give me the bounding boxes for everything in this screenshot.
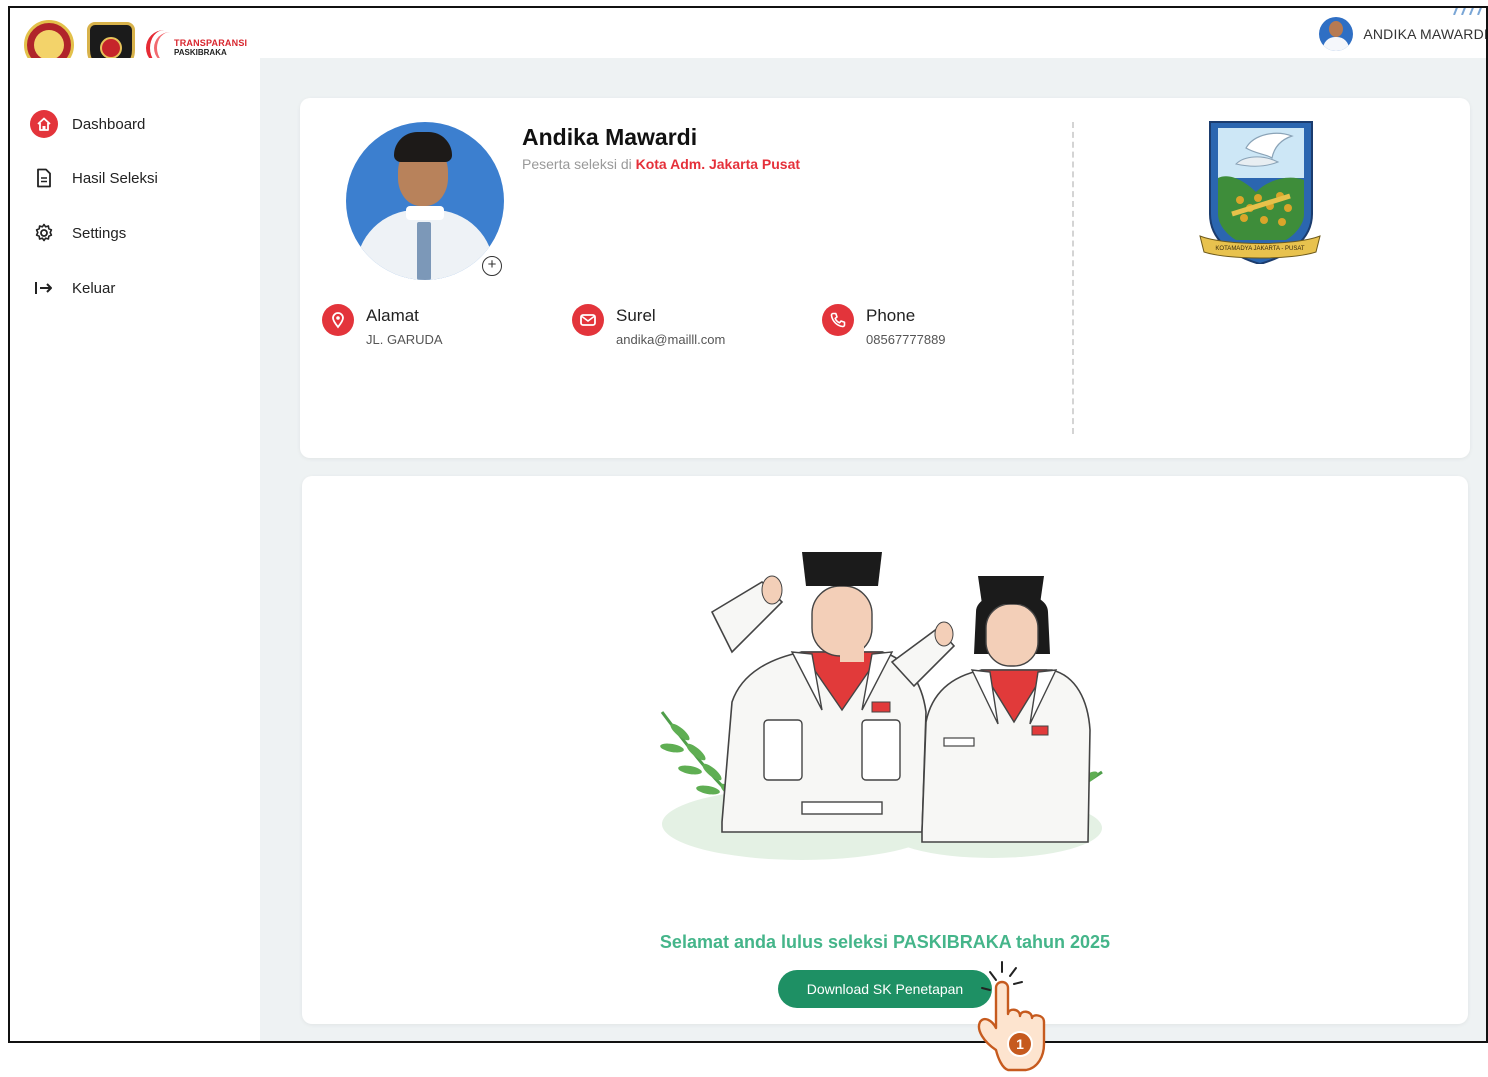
- subtitle-prefix: Peserta seleksi di: [522, 156, 632, 172]
- dashed-divider: [1072, 122, 1074, 434]
- result-card: Selamat anda lulus seleksi PASKIBRAKA ta…: [302, 476, 1468, 1024]
- pointer-hand-icon: 1: [968, 958, 1060, 1072]
- sidebar-item-keluar[interactable]: Keluar: [30, 272, 115, 304]
- corner-decoration: [1448, 8, 1486, 16]
- paskibraka-saluting-illustration: [652, 542, 1112, 860]
- home-icon: [30, 110, 58, 138]
- add-photo-button[interactable]: +: [482, 256, 502, 276]
- logout-icon: [30, 274, 58, 302]
- info-value: andika@mailll.com: [616, 332, 726, 347]
- sidebar-item-label: Settings: [72, 224, 127, 242]
- gear-icon: [30, 219, 58, 247]
- participant-subtitle: Peserta seleksi di Kota Adm. Jakarta Pus…: [522, 156, 800, 172]
- sidebar-item-settings[interactable]: Settings: [30, 217, 126, 249]
- step-number-badge: 1: [1016, 1036, 1024, 1052]
- sidebar-item-hasil-seleksi[interactable]: Hasil Seleksi: [30, 162, 158, 194]
- sidebar-item-label: Hasil Seleksi: [72, 169, 158, 187]
- success-message: Selamat anda lulus seleksi PASKIBRAKA ta…: [659, 932, 1111, 952]
- info-label: Surel: [616, 306, 656, 325]
- sidebar-item-label: Keluar: [72, 279, 116, 297]
- emblem-caption: KOTAMADYA JAKARTA - PUSAT: [1215, 246, 1304, 252]
- user-menu[interactable]: ANDIKA MAWARDI: [1319, 16, 1488, 52]
- info-value: JL. GARUDA: [366, 332, 443, 347]
- info-label: Alamat: [366, 306, 419, 325]
- info-label: Phone: [866, 306, 916, 325]
- download-sk-button[interactable]: Download SK Penetapan: [778, 970, 992, 1008]
- location-pin-icon: [322, 304, 354, 336]
- logo-text-line1: TRANSPARANSI: [174, 38, 248, 48]
- jakarta-pusat-emblem: KOTAMADYA JAKARTA - PUSAT: [1196, 118, 1324, 266]
- participant-name: Andika Mawardi: [522, 124, 698, 150]
- profile-photo: [346, 122, 504, 280]
- phone-icon: [822, 304, 854, 336]
- document-icon: [30, 164, 58, 192]
- sidebar: Dashboard Hasil Seleksi Settings Keluar: [10, 58, 260, 1041]
- profile-card: + Andika Mawardi Peserta seleksi di Kota…: [300, 98, 1470, 458]
- avatar: [1319, 17, 1354, 51]
- sidebar-item-label: Dashboard: [72, 115, 146, 133]
- user-name: ANDIKA MAWARDI: [1363, 26, 1488, 42]
- participant-city: Kota Adm. Jakarta Pusat: [635, 156, 801, 172]
- mail-icon: [572, 304, 604, 336]
- info-value: 08567777889: [866, 332, 946, 347]
- sidebar-item-dashboard[interactable]: Dashboard: [30, 108, 145, 140]
- app-window: ANDIKA MAWARDI TRANSPARANSI PASKIBRAKA D…: [8, 6, 1488, 1043]
- logo-text-line2: PASKIBRAKA: [174, 48, 227, 57]
